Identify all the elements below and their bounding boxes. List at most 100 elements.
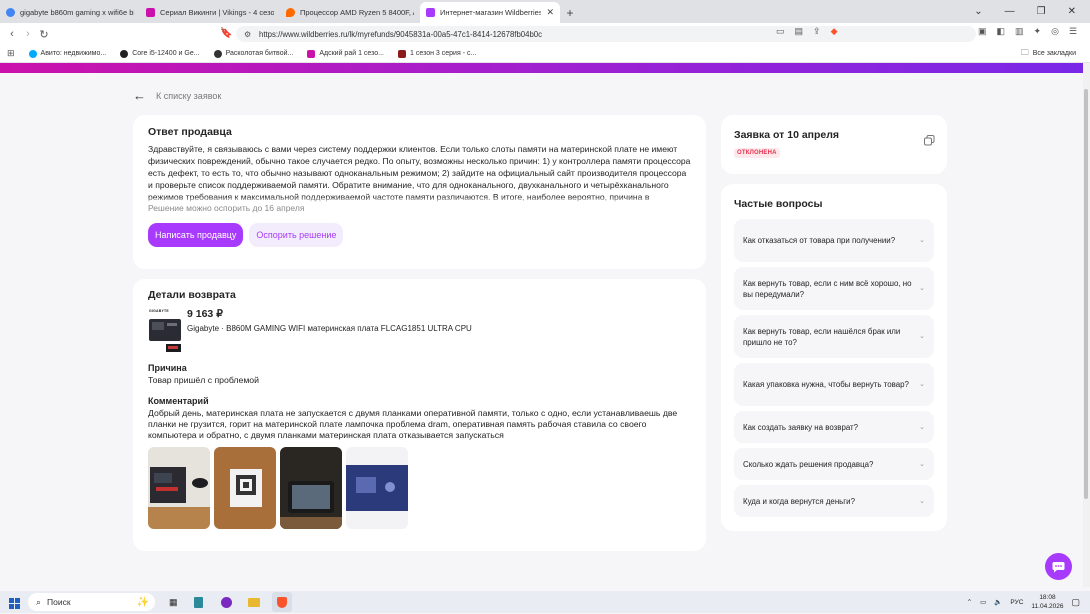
cast-icon[interactable]: ▭ bbox=[776, 26, 785, 37]
tab-label: Процессор AMD Ryzen 5 8400F, AM bbox=[300, 8, 414, 17]
bookmark-split[interactable]: Расколотая битвой... bbox=[213, 49, 294, 58]
faq-item[interactable]: Сколько ждать решения продавца? ⌄ bbox=[734, 448, 934, 480]
close-window-icon[interactable]: ✕ bbox=[1068, 6, 1076, 17]
task-view-icon[interactable]: ▦ bbox=[169, 597, 178, 608]
clock-time: 18:08 bbox=[1039, 594, 1056, 601]
all-bookmarks[interactable]: 🗀 Все закладки bbox=[1021, 47, 1076, 61]
forward-nav-icon[interactable]: › bbox=[20, 28, 36, 40]
chevron-down-icon: ⌄ bbox=[919, 285, 925, 292]
folder-icon: 🗀 bbox=[1020, 47, 1029, 57]
product-image[interactable]: GIGABYTE bbox=[148, 309, 182, 353]
taskbar-search[interactable]: ⌕ Поиск ✨ bbox=[28, 593, 155, 611]
faq-question: Куда и когда вернутся деньги? bbox=[743, 496, 855, 506]
chevron-down-icon: ⌄ bbox=[919, 333, 925, 340]
bookmark-label: Все закладки bbox=[1032, 50, 1076, 57]
faq-item[interactable]: Какая упаковка нужна, чтобы вернуть това… bbox=[734, 363, 934, 406]
reason-value: Товар пришёл с проблемой bbox=[148, 375, 259, 385]
brave-shield-icon[interactable]: ◆ bbox=[831, 26, 838, 37]
restore-icon[interactable]: ❐ bbox=[1037, 6, 1046, 17]
url-field[interactable]: ⚙ https://www.wildberries.ru/lk/myrefund… bbox=[236, 26, 976, 42]
faq-item[interactable]: Как отказаться от товара при получении? ⌄ bbox=[734, 219, 934, 262]
faq-item[interactable]: Как вернуть товар, если нашёлся брак или… bbox=[734, 315, 934, 358]
faq-item[interactable]: Куда и когда вернутся деньги? ⌄ bbox=[734, 485, 934, 517]
write-seller-button[interactable]: Написать продавцу bbox=[148, 223, 244, 247]
seller-answer-title: Ответ продавца bbox=[148, 126, 232, 138]
bookmark-label: Расколотая битвой... bbox=[225, 50, 294, 57]
attached-photo-1[interactable] bbox=[148, 447, 210, 529]
browser-tab-4-active[interactable]: Интернет-магазин Wildberries ✕ bbox=[420, 2, 560, 23]
product-price: 9 163 ₽ bbox=[187, 308, 223, 320]
product-name: Gigabyte · B860M GAMING WIFI материнская… bbox=[187, 324, 472, 333]
copy-icon[interactable] bbox=[924, 133, 935, 146]
clock[interactable]: 18:08 11.04.2026 bbox=[1031, 593, 1063, 611]
bookmark-core[interactable]: Core i5-12400 и Ge... bbox=[120, 49, 200, 58]
network-icon[interactable]: ▭ bbox=[980, 598, 986, 606]
reload-icon[interactable]: ↻ bbox=[36, 28, 52, 41]
faq-question: Как вернуть товар, если нашёлся брак или… bbox=[743, 326, 901, 347]
bookmark-avito[interactable]: Авито: недвижимо... bbox=[28, 49, 107, 58]
dispute-decision-button[interactable]: Оспорить решение bbox=[249, 223, 344, 247]
new-tab-icon[interactable]: + bbox=[560, 2, 580, 23]
minimize-icon[interactable]: — bbox=[1005, 6, 1015, 17]
tray-chevron-icon[interactable]: ⌃ bbox=[967, 598, 972, 606]
tab-list-icon[interactable]: ⌄ bbox=[974, 6, 982, 17]
attached-photos bbox=[148, 447, 691, 529]
bookmark-label: Авито: недвижимо... bbox=[40, 50, 107, 57]
close-tab-icon[interactable]: ✕ bbox=[546, 7, 554, 18]
windows-start-icon[interactable] bbox=[9, 596, 20, 614]
browser-tab-2[interactable]: Сериал Викинги | Vikings - 4 сезон bbox=[140, 2, 280, 23]
chat-button[interactable] bbox=[1045, 553, 1072, 580]
bookmark-icon[interactable]: 🔖 bbox=[220, 28, 232, 39]
site-icon bbox=[307, 49, 316, 58]
browser-tab-3[interactable]: Процессор AMD Ryzen 5 8400F, AM bbox=[280, 2, 420, 23]
windows-taskbar: ⌕ Поиск ✨ ▦ ⌃ ▭ 🔈 РУС 18:08 11.04.2026 ▢ bbox=[0, 591, 1090, 613]
product-row[interactable]: GIGABYTE 9 163 ₽ Gigabyte · B860M GAMING… bbox=[148, 308, 691, 353]
arrow-left-icon: ← bbox=[133, 88, 146, 103]
site-settings-icon[interactable]: ⚙ bbox=[244, 30, 251, 39]
apps-grid-icon[interactable]: ⊞ bbox=[7, 48, 15, 59]
faq-question: Как отказаться от товара при получении? bbox=[743, 236, 896, 245]
app-icon[interactable] bbox=[220, 596, 232, 608]
reader-icon[interactable]: ▤ bbox=[795, 26, 804, 37]
comment-label: Комментарий bbox=[148, 396, 209, 406]
faq-question: Сколько ждать решения продавца? bbox=[743, 459, 874, 469]
attached-photo-2[interactable] bbox=[214, 447, 276, 529]
wallet-icon[interactable]: ▥ bbox=[1015, 26, 1024, 37]
faq-title: Частые вопросы bbox=[734, 198, 823, 210]
faq-item[interactable]: Как создать заявку на возврат? ⌄ bbox=[734, 411, 934, 443]
attached-photo-4[interactable] bbox=[346, 447, 408, 529]
chevron-down-icon: ⌄ bbox=[919, 237, 925, 244]
volume-icon[interactable]: 🔈 bbox=[994, 598, 1002, 606]
scrollbar-thumb[interactable] bbox=[1084, 89, 1088, 499]
toolbar-right: ▣ ◧ ▥ ✦ ◎ ☰ bbox=[978, 26, 1077, 37]
reason-label: Причина bbox=[148, 363, 187, 373]
sidebar-icon[interactable]: ◧ bbox=[997, 26, 1006, 37]
file-explorer-icon[interactable] bbox=[247, 597, 260, 607]
status-badge: ОТКЛОНЕНА bbox=[734, 148, 780, 158]
clock-date: 11.04.2026 bbox=[1031, 603, 1064, 610]
url-actions: ▭ ▤ ⇪ ◆ bbox=[776, 26, 838, 37]
menu-icon[interactable]: ☰ bbox=[1069, 26, 1077, 37]
site-icon bbox=[146, 8, 155, 17]
notification-icon[interactable]: ▢ bbox=[1071, 597, 1080, 608]
vpn-icon[interactable]: ◎ bbox=[1051, 26, 1059, 37]
bookmark-season[interactable]: 1 сезон 3 серия - с... bbox=[398, 49, 477, 58]
bookmark-label: 1 сезон 3 серия - с... bbox=[410, 50, 477, 57]
back-to-list-link[interactable]: ← К списку заявок bbox=[133, 88, 221, 103]
page-scrollbar[interactable] bbox=[1083, 63, 1090, 587]
language-indicator[interactable]: РУС bbox=[1010, 599, 1023, 606]
chevron-down-icon: ⌄ bbox=[919, 460, 925, 468]
bookmark-hell[interactable]: Адский рай 1 сезо... bbox=[307, 49, 384, 58]
tab-label: Сериал Викинги | Vikings - 4 сезон bbox=[160, 8, 274, 17]
back-nav-icon[interactable]: ‹ bbox=[4, 28, 20, 40]
leo-icon[interactable]: ✦ bbox=[1034, 26, 1042, 37]
browser-tab-1[interactable]: gigabyte b860m gaming x wifi6e bio bbox=[0, 2, 140, 23]
calculator-icon[interactable] bbox=[193, 596, 203, 608]
return-details-title: Детали возврата bbox=[148, 289, 236, 301]
faq-item[interactable]: Как вернуть товар, если с ним всё хорошо… bbox=[734, 267, 934, 310]
attached-photo-3[interactable] bbox=[280, 447, 342, 529]
extension-icon[interactable]: ▣ bbox=[978, 26, 987, 37]
share-icon[interactable]: ⇪ bbox=[813, 26, 821, 37]
return-details-card: Детали возврата GIGABYTE 9 163 ₽ Gigabyt… bbox=[133, 279, 706, 551]
brave-taskbar-icon[interactable] bbox=[271, 592, 292, 612]
